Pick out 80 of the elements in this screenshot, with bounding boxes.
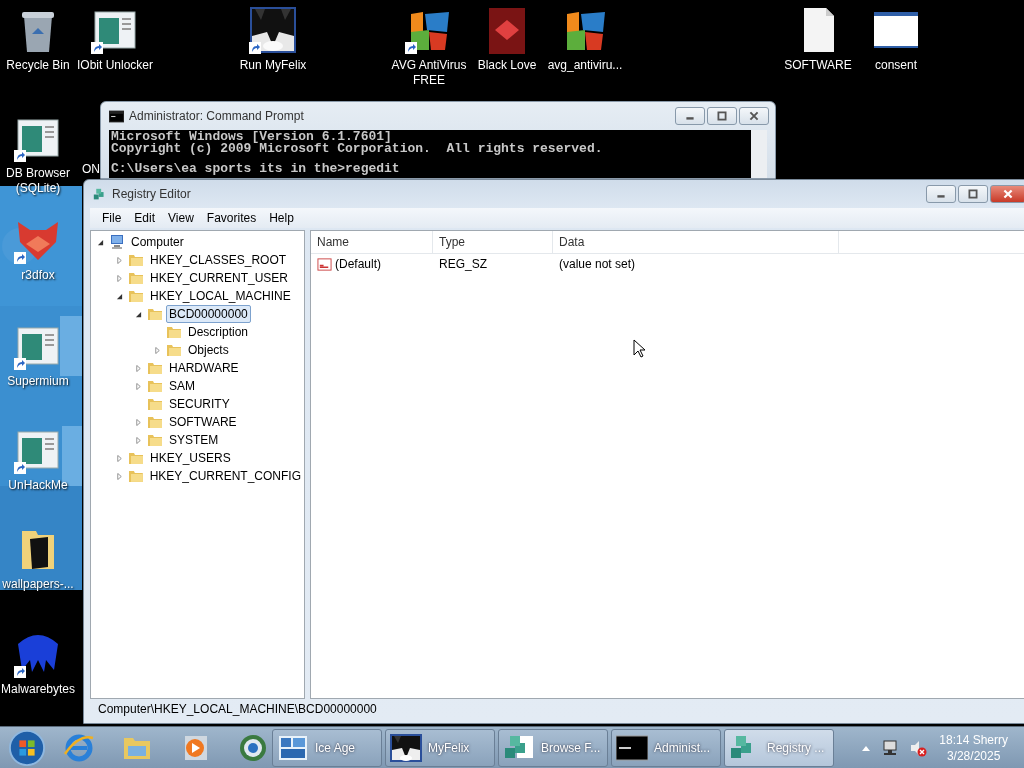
tree-item[interactable]: Computer (128, 233, 187, 251)
folder-icon (128, 270, 144, 286)
desktop-icon-label[interactable]: SOFTWARE (784, 58, 852, 73)
column-header[interactable]: Name (311, 231, 433, 253)
ice-block-icon (277, 733, 309, 762)
console-line: Microsoft Windows [Version 6.1.7601] (111, 131, 392, 143)
maximize-button[interactable] (958, 185, 988, 203)
menu-item[interactable]: Help (269, 211, 294, 225)
folder-icon (147, 378, 163, 394)
tree-item[interactable]: SAM (166, 377, 198, 395)
window-title: Registry Editor (112, 187, 191, 201)
column-header[interactable]: Data (553, 231, 839, 253)
folder-icon (147, 360, 163, 376)
console-line: Copyright (c) 2009 Microsoft Corporation. All rights reserved. (111, 143, 604, 155)
folder-icon (128, 288, 144, 304)
close-icon (1002, 189, 1014, 199)
window-title: Administrator: Command Prompt (129, 109, 304, 123)
menu-item[interactable]: View (168, 211, 194, 225)
clock-date: 3/28/2025 (946, 747, 1001, 764)
menu-item[interactable]: File (102, 211, 122, 225)
collapse-arrow-icon[interactable] (135, 310, 142, 318)
folder-icon (147, 396, 163, 412)
string-value-icon (317, 256, 332, 272)
clock-time: 18:14 Sherry (939, 731, 1008, 748)
close-button[interactable] (990, 185, 1024, 203)
cubes-icon (92, 187, 107, 201)
tree-item[interactable]: BCD00000000 (166, 305, 251, 323)
network-icon[interactable] (881, 738, 900, 757)
minimize-button[interactable] (926, 185, 956, 203)
tree-item[interactable]: SECURITY (166, 395, 233, 413)
menu-item[interactable]: Favorites (206, 211, 257, 225)
start-button[interactable] (8, 728, 46, 767)
desktop-icon-label[interactable]: Run MyFelix (239, 58, 307, 73)
folder-icon (128, 450, 144, 466)
tree-item[interactable]: Description (185, 323, 252, 341)
folder-icon (147, 414, 163, 430)
folder-icon (147, 306, 163, 322)
tree-item[interactable]: HKEY_CLASSES_ROOT (147, 251, 290, 269)
tree-item[interactable]: HARDWARE (166, 359, 242, 377)
folder-icon (166, 342, 182, 358)
table-cell: (Default) (335, 257, 381, 271)
desktop-icon-label[interactable]: Malwarebytes (1, 682, 75, 697)
desktop-icon-label[interactable]: consent (875, 58, 917, 73)
desktop-icon-label[interactable]: Recycle Bin (6, 58, 70, 73)
tree-item[interactable]: SOFTWARE (166, 413, 240, 431)
desktop-icon-label[interactable]: avg_antiviru... (547, 58, 623, 73)
desktop-icon-label[interactable]: Black Love (477, 58, 537, 73)
table-cell-text: (value not set) (558, 257, 637, 271)
minimize-button[interactable] (675, 107, 705, 125)
folder-icon (127, 468, 144, 484)
column-header[interactable]: Type (433, 231, 553, 253)
maximize-button[interactable] (707, 107, 737, 125)
table-cell-text: REG_SZ (438, 257, 488, 271)
console-line: C:\Users\ea sports its in the>regedit (111, 163, 401, 175)
desktop-icon-label[interactable]: AVG AntiVirus FREE (387, 58, 471, 88)
folder-icon (166, 324, 182, 340)
desktop-icon-label[interactable]: ON (82, 162, 100, 176)
maximize-icon (716, 111, 728, 121)
terminal-icon (616, 733, 648, 762)
tree-item[interactable]: HKEY_LOCAL_MACHINE (147, 287, 294, 305)
close-icon (748, 111, 760, 121)
folder-icon (128, 252, 144, 268)
collapse-arrow-icon[interactable] (116, 292, 123, 300)
menu-item[interactable]: Edit (134, 211, 156, 225)
close-button[interactable] (739, 107, 769, 125)
desktop-icon-label[interactable]: IObit Unlocker (77, 58, 153, 73)
folder-icon (147, 432, 163, 448)
tree-item[interactable]: HKEY_CURRENT_CONFIG (146, 467, 304, 485)
desktop-icon-label[interactable]: wallpapers-... (2, 577, 74, 592)
collapse-arrow-icon[interactable] (97, 238, 104, 246)
terminal-icon (109, 109, 124, 123)
tree-item[interactable]: SYSTEM (166, 431, 222, 449)
computer-icon (109, 234, 125, 250)
mouse-pointer-icon (633, 339, 645, 358)
tree-item[interactable]: HKEY_CURRENT_USER (147, 269, 292, 287)
scrollbar[interactable] (751, 130, 767, 178)
status-text: Computer\HKEY_LOCAL_MACHINE\BCD00000000 (97, 701, 378, 718)
tree-item[interactable]: Objects (185, 341, 232, 359)
tree-item[interactable]: HKEY_USERS (147, 449, 234, 467)
maximize-icon (967, 189, 979, 199)
